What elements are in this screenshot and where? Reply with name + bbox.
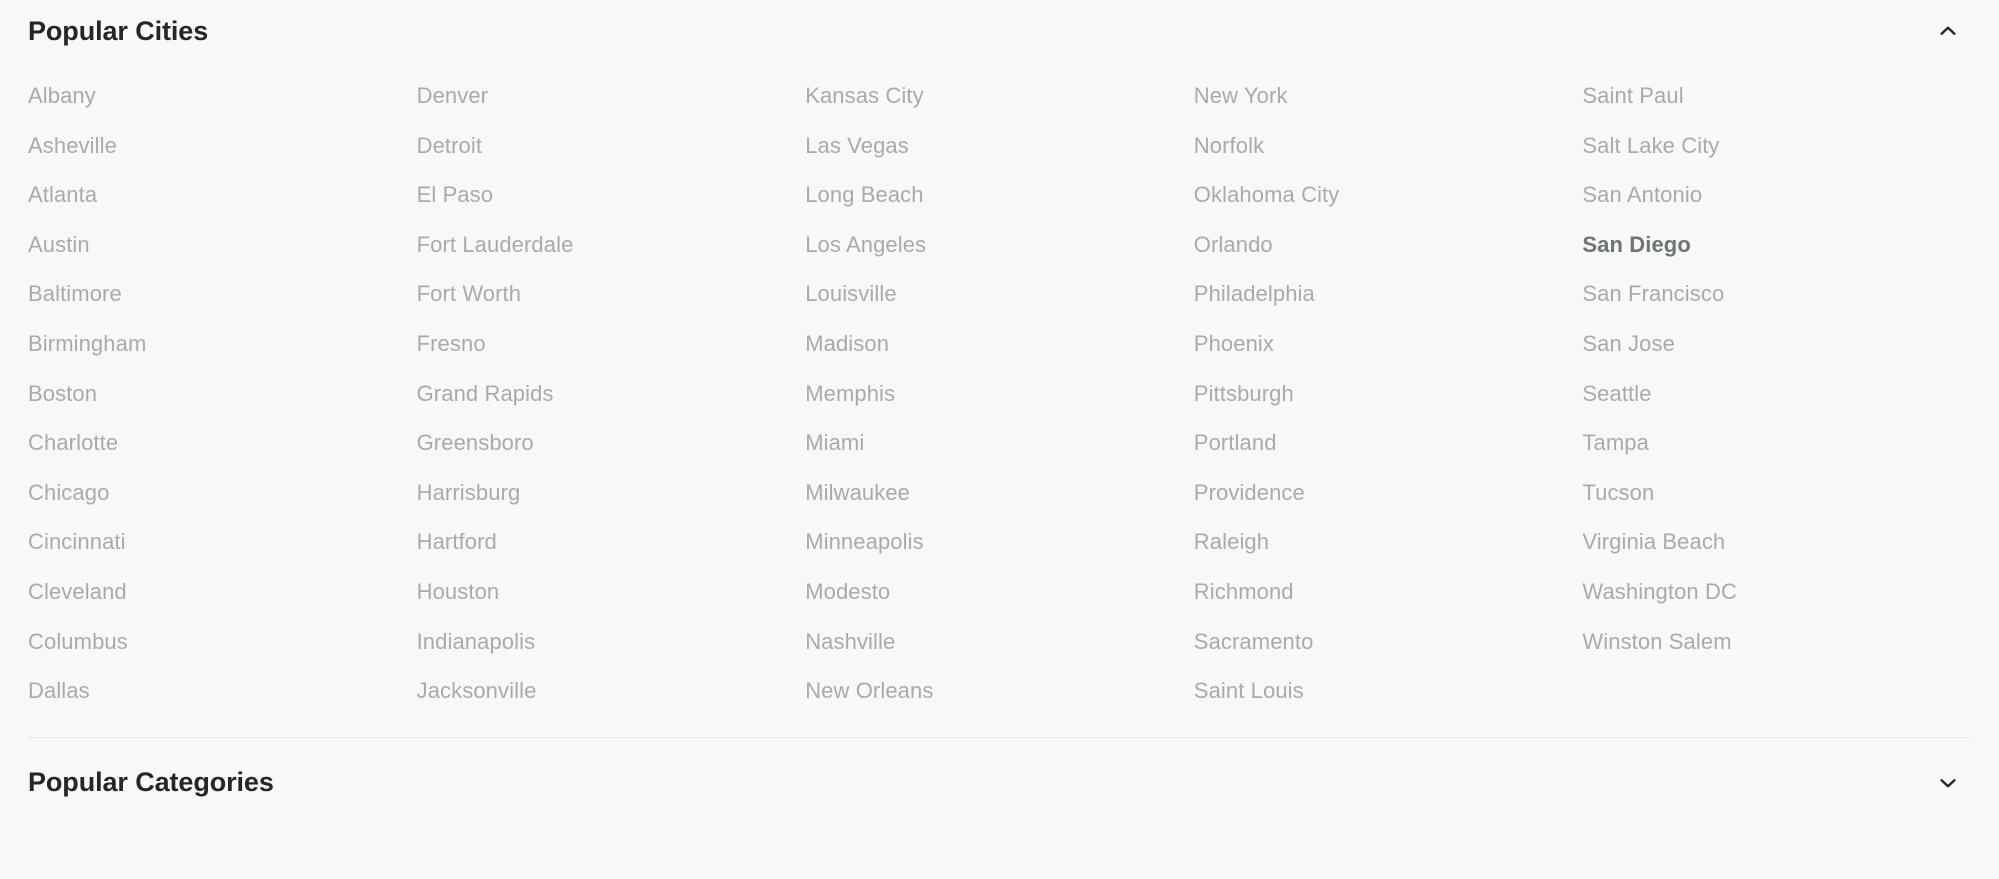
section-popular-cities: Popular Cities Albany Asheville Atlanta … (0, 0, 1999, 716)
cities-column-4: New York Norfolk Oklahoma City Orlando P… (1194, 71, 1583, 716)
city-link[interactable]: Fresno (417, 319, 806, 369)
city-link[interactable]: Oklahoma City (1194, 170, 1583, 220)
city-link[interactable]: Norfolk (1194, 121, 1583, 171)
city-link[interactable]: Indianapolis (417, 617, 806, 667)
city-link[interactable]: Cincinnati (28, 517, 417, 567)
city-link-selected[interactable]: San Diego (1582, 220, 1971, 270)
city-link[interactable]: Memphis (805, 369, 1194, 419)
city-link[interactable]: Sacramento (1194, 617, 1583, 667)
city-link[interactable]: Saint Louis (1194, 666, 1583, 716)
city-link[interactable]: Detroit (417, 121, 806, 171)
city-link[interactable]: Hartford (417, 517, 806, 567)
city-link[interactable]: San Jose (1582, 319, 1971, 369)
city-link[interactable]: Charlotte (28, 418, 417, 468)
popular-cities-page: Popular Cities Albany Asheville Atlanta … (0, 0, 1999, 879)
city-link[interactable]: Milwaukee (805, 468, 1194, 518)
city-link[interactable]: Saint Paul (1582, 71, 1971, 121)
city-link[interactable]: Louisville (805, 269, 1194, 319)
city-link[interactable]: Grand Rapids (417, 369, 806, 419)
accordion-header-popular-cities[interactable]: Popular Cities (0, 0, 1999, 62)
city-link[interactable]: Fort Lauderdale (417, 220, 806, 270)
city-link[interactable]: Virginia Beach (1582, 517, 1971, 567)
city-link[interactable]: Birmingham (28, 319, 417, 369)
city-link[interactable]: Boston (28, 369, 417, 419)
cities-column-2: Denver Detroit El Paso Fort Lauderdale F… (417, 71, 806, 716)
city-link[interactable]: Salt Lake City (1582, 121, 1971, 171)
accordion-header-popular-categories[interactable]: Popular Categories (0, 738, 1999, 828)
city-link[interactable]: Pittsburgh (1194, 369, 1583, 419)
city-link[interactable]: Kansas City (805, 71, 1194, 121)
city-link[interactable]: Houston (417, 567, 806, 617)
city-link[interactable]: El Paso (417, 170, 806, 220)
city-link[interactable]: Nashville (805, 617, 1194, 667)
city-link[interactable]: Phoenix (1194, 319, 1583, 369)
section-popular-categories: Popular Categories (0, 738, 1999, 828)
city-link[interactable]: Tucson (1582, 468, 1971, 518)
city-link[interactable]: Miami (805, 418, 1194, 468)
city-link[interactable]: San Antonio (1582, 170, 1971, 220)
city-link[interactable]: Cleveland (28, 567, 417, 617)
city-link[interactable]: Columbus (28, 617, 417, 667)
city-link[interactable]: Las Vegas (805, 121, 1194, 171)
city-link[interactable]: Long Beach (805, 170, 1194, 220)
city-link[interactable]: Jacksonville (417, 666, 806, 716)
city-link[interactable]: Dallas (28, 666, 417, 716)
city-link[interactable]: Greensboro (417, 418, 806, 468)
city-link[interactable]: Richmond (1194, 567, 1583, 617)
city-link[interactable]: Providence (1194, 468, 1583, 518)
city-link[interactable]: Washington DC (1582, 567, 1971, 617)
city-link[interactable]: Raleigh (1194, 517, 1583, 567)
city-link[interactable]: Orlando (1194, 220, 1583, 270)
city-link[interactable]: Winston Salem (1582, 617, 1971, 667)
popular-categories-title: Popular Categories (28, 767, 274, 798)
city-link[interactable]: Fort Worth (417, 269, 806, 319)
city-link[interactable]: Portland (1194, 418, 1583, 468)
city-link[interactable]: New Orleans (805, 666, 1194, 716)
popular-cities-panel: Albany Asheville Atlanta Austin Baltimor… (0, 71, 1999, 716)
city-link[interactable]: Atlanta (28, 170, 417, 220)
chevron-up-icon[interactable] (1931, 14, 1965, 48)
city-link[interactable]: Los Angeles (805, 220, 1194, 270)
cities-column-3: Kansas City Las Vegas Long Beach Los Ang… (805, 71, 1194, 716)
city-link[interactable]: Austin (28, 220, 417, 270)
page-title: Popular Cities (28, 15, 209, 46)
city-link[interactable]: Chicago (28, 468, 417, 518)
city-link[interactable]: Asheville (28, 121, 417, 171)
cities-grid: Albany Asheville Atlanta Austin Baltimor… (28, 71, 1971, 716)
city-link[interactable]: Tampa (1582, 418, 1971, 468)
city-link[interactable]: Albany (28, 71, 417, 121)
city-link[interactable]: Modesto (805, 567, 1194, 617)
city-link[interactable]: Philadelphia (1194, 269, 1583, 319)
city-link[interactable]: Baltimore (28, 269, 417, 319)
city-link[interactable]: Minneapolis (805, 517, 1194, 567)
city-link[interactable]: Seattle (1582, 369, 1971, 419)
city-link[interactable]: Denver (417, 71, 806, 121)
cities-column-5: Saint Paul Salt Lake City San Antonio Sa… (1582, 71, 1971, 716)
city-link[interactable]: New York (1194, 71, 1583, 121)
chevron-down-icon[interactable] (1931, 766, 1965, 800)
city-link[interactable]: Madison (805, 319, 1194, 369)
city-link[interactable]: Harrisburg (417, 468, 806, 518)
city-link[interactable]: San Francisco (1582, 269, 1971, 319)
cities-column-1: Albany Asheville Atlanta Austin Baltimor… (28, 71, 417, 716)
